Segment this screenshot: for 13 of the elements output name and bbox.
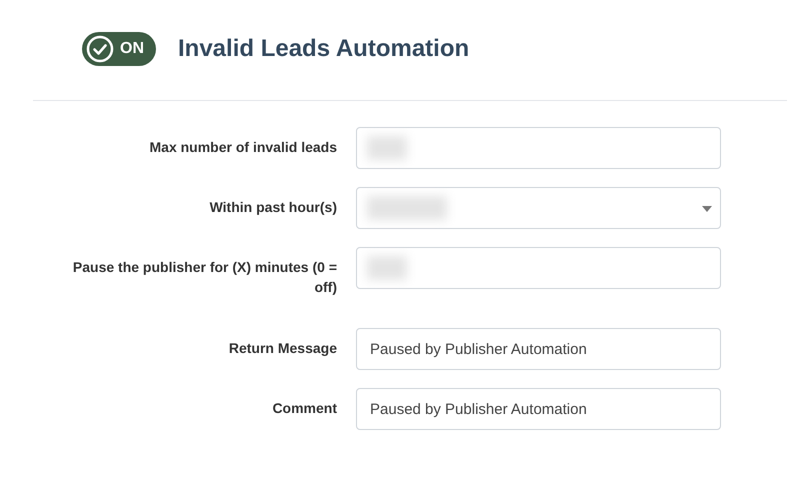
field-label: Within past hour(s) bbox=[208, 198, 337, 217]
field-label: Comment bbox=[271, 399, 337, 418]
input-field[interactable]: Paused by Publisher Automation bbox=[356, 388, 721, 430]
input-field[interactable]: Paused by Publisher Automation bbox=[356, 328, 721, 370]
field-label: Return Message bbox=[228, 339, 337, 358]
on-toggle[interactable]: ON bbox=[82, 32, 156, 66]
section-title: Invalid Leads Automation bbox=[178, 35, 470, 63]
field-label: Pause the publisher for (X) minutes (0 = off) bbox=[72, 258, 337, 297]
field-label: Max number of invalid leads bbox=[148, 138, 337, 157]
caret-icon bbox=[702, 206, 712, 212]
input-field[interactable] bbox=[356, 127, 721, 169]
input-field[interactable] bbox=[356, 247, 721, 289]
select-field[interactable] bbox=[356, 187, 721, 229]
